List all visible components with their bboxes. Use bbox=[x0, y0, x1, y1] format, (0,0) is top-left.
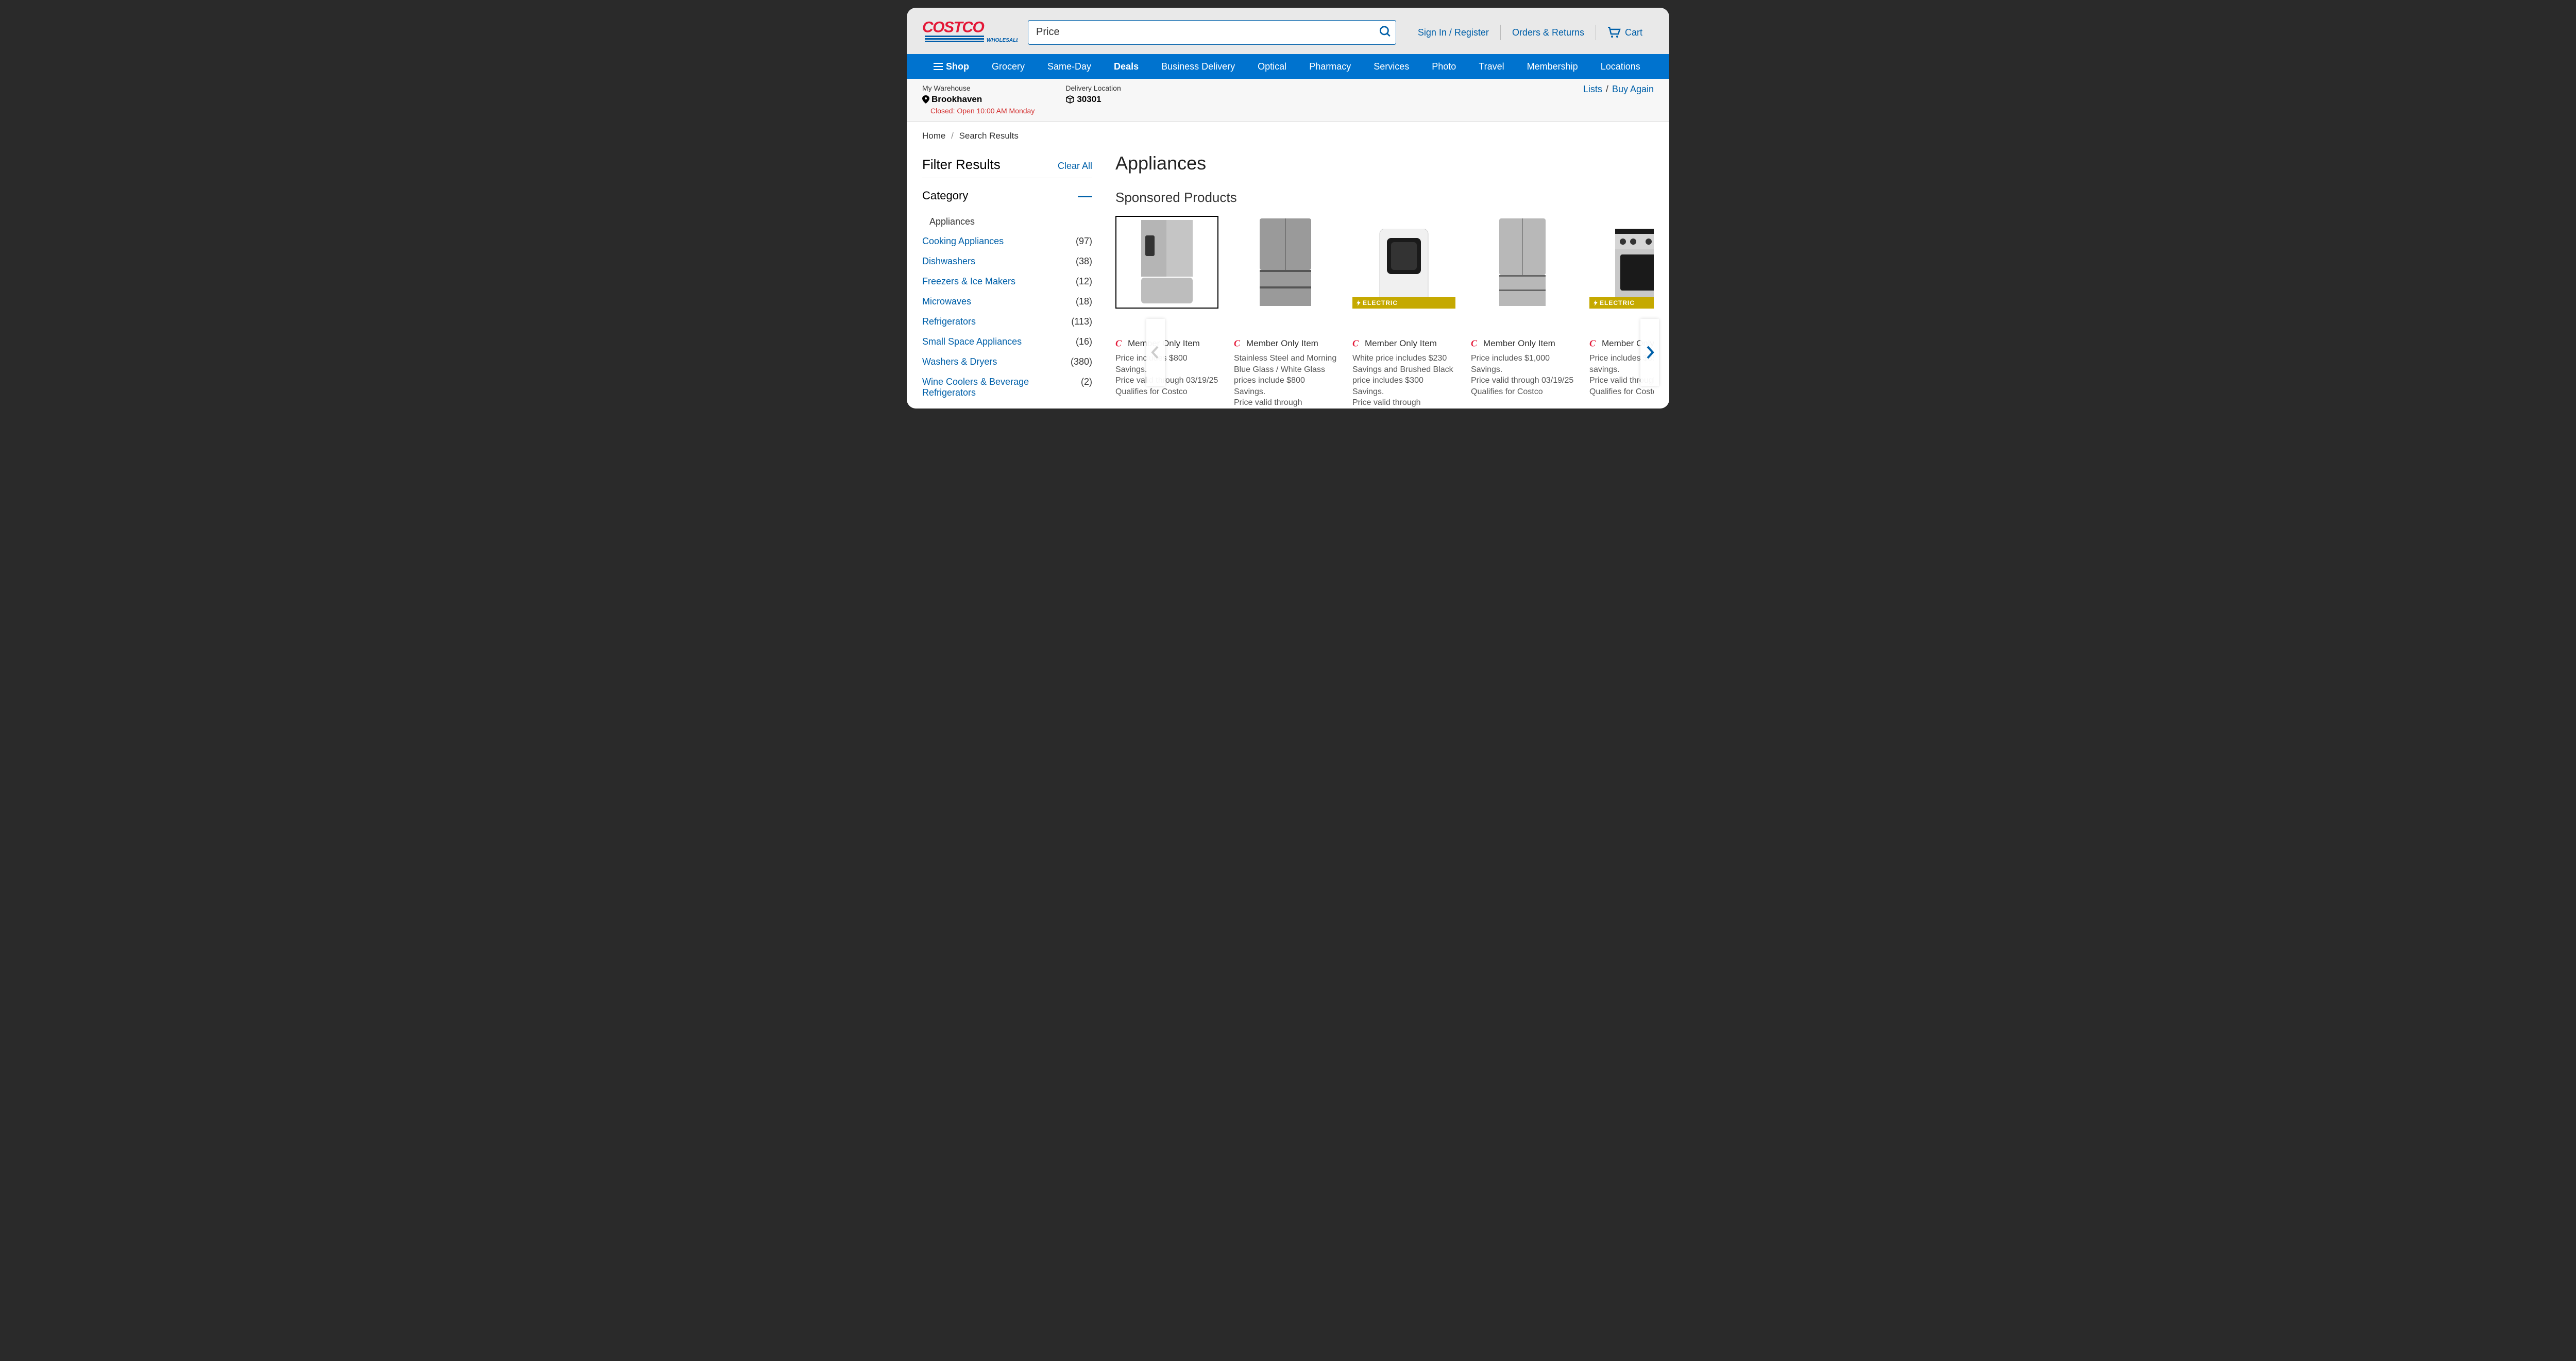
category-small-space[interactable]: Small Space Appliances bbox=[922, 336, 1022, 347]
costco-c-icon: C bbox=[1589, 339, 1599, 348]
clear-all-link[interactable]: Clear All bbox=[1058, 161, 1092, 172]
warehouse-label: My Warehouse bbox=[922, 84, 1035, 92]
product-desc: Price includes $1,000 Savings. Price val… bbox=[1471, 353, 1574, 397]
breadcrumb-current: Search Results bbox=[959, 131, 1019, 141]
member-only-label: C Member Only Item bbox=[1352, 314, 1455, 349]
nav-pharmacy[interactable]: Pharmacy bbox=[1298, 54, 1362, 79]
category-cooking-appliances[interactable]: Cooking Appliances bbox=[922, 236, 1004, 247]
nav-photo[interactable]: Photo bbox=[1420, 54, 1467, 79]
costco-logo[interactable]: COSTCO WHOLESALE bbox=[922, 18, 1018, 46]
nav-membership[interactable]: Membership bbox=[1516, 54, 1589, 79]
member-only-label: C Member Only Item bbox=[1115, 314, 1218, 349]
category-wine-coolers[interactable]: Wine Coolers & Beverage Refrigerators bbox=[922, 377, 1041, 398]
delivery-zip: 30301 bbox=[1077, 94, 1101, 105]
product-thumb bbox=[1115, 216, 1218, 309]
nav-business-delivery[interactable]: Business Delivery bbox=[1150, 54, 1246, 79]
member-only-label: C Member Only Item bbox=[1234, 314, 1337, 349]
product-card[interactable]: C Member Only Item Price includes $800 S… bbox=[1115, 216, 1218, 409]
bolt-icon bbox=[1357, 300, 1361, 306]
category-washers-dryers[interactable]: Washers & Dryers bbox=[922, 356, 997, 367]
product-card[interactable]: C Member Only Item Price includes $1,000… bbox=[1471, 216, 1574, 409]
svg-text:WHOLESALE: WHOLESALE bbox=[987, 38, 1018, 43]
category-root: Appliances bbox=[922, 212, 1092, 231]
orders-returns-link[interactable]: Orders & Returns bbox=[1500, 25, 1596, 40]
buy-again-link[interactable]: Buy Again bbox=[1612, 84, 1654, 94]
product-thumb bbox=[1471, 216, 1574, 309]
category-dishwashers[interactable]: Dishwashers bbox=[922, 256, 975, 267]
product-desc: White price includes $230 Savings and Br… bbox=[1352, 353, 1455, 409]
product-card[interactable]: ELECTRIC C Member Only Item White price … bbox=[1352, 216, 1455, 409]
member-only-label: C Member Only Item bbox=[1471, 314, 1574, 349]
category-toggle[interactable]: Category — bbox=[922, 189, 1092, 203]
product-desc: Price includes $800 Savings. Price valid… bbox=[1115, 353, 1218, 397]
electric-badge: ELECTRIC bbox=[1352, 297, 1455, 309]
breadcrumb: Home / Search Results bbox=[922, 131, 1654, 141]
delivery-selector[interactable]: Delivery Location 30301 bbox=[1065, 84, 1121, 107]
product-thumb bbox=[1234, 216, 1337, 309]
collapse-icon: — bbox=[1078, 189, 1092, 203]
svg-text:C: C bbox=[1234, 339, 1241, 348]
chevron-right-icon bbox=[1645, 345, 1655, 360]
nav-locations[interactable]: Locations bbox=[1589, 54, 1652, 79]
lists-link[interactable]: Lists bbox=[1583, 84, 1602, 94]
nav-same-day[interactable]: Same-Day bbox=[1036, 54, 1103, 79]
nav-optical[interactable]: Optical bbox=[1246, 54, 1298, 79]
sponsored-heading: Sponsored Products bbox=[1115, 190, 1654, 206]
page-title: Appliances bbox=[1115, 152, 1654, 174]
carousel-prev-button[interactable] bbox=[1146, 319, 1165, 386]
warehouse-hours: Closed: Open 10:00 AM Monday bbox=[922, 107, 1035, 115]
product-desc: Stainless Steel and Morning Blue Glass /… bbox=[1234, 353, 1337, 409]
svg-text:C: C bbox=[1589, 339, 1596, 348]
cart-icon bbox=[1607, 27, 1621, 38]
signin-link[interactable]: Sign In / Register bbox=[1406, 25, 1500, 40]
electric-badge: ELECTRIC bbox=[1589, 297, 1654, 309]
package-icon bbox=[1065, 95, 1075, 104]
chevron-left-icon bbox=[1150, 345, 1161, 360]
costco-c-icon: C bbox=[1471, 339, 1480, 348]
delivery-label: Delivery Location bbox=[1065, 84, 1121, 92]
search-button[interactable] bbox=[1379, 25, 1392, 40]
main-nav: Shop Grocery Same-Day Deals Business Del… bbox=[907, 54, 1669, 79]
product-thumb: ELECTRIC bbox=[1589, 216, 1654, 309]
nav-shop[interactable]: Shop bbox=[922, 54, 980, 79]
category-freezers[interactable]: Freezers & Ice Makers bbox=[922, 276, 1015, 287]
breadcrumb-home[interactable]: Home bbox=[922, 131, 945, 141]
nav-deals[interactable]: Deals bbox=[1103, 54, 1150, 79]
filter-results-heading: Filter Results bbox=[922, 157, 1001, 173]
svg-text:C: C bbox=[1352, 339, 1359, 348]
costco-c-icon: C bbox=[1352, 339, 1362, 348]
search-icon bbox=[1379, 25, 1392, 38]
nav-services[interactable]: Services bbox=[1362, 54, 1420, 79]
location-pin-icon bbox=[922, 95, 929, 104]
category-heading: Category bbox=[922, 189, 968, 202]
search-input[interactable] bbox=[1028, 20, 1396, 45]
nav-travel[interactable]: Travel bbox=[1467, 54, 1515, 79]
svg-text:C: C bbox=[1471, 339, 1478, 348]
cart-link[interactable]: Cart bbox=[1596, 25, 1654, 40]
bolt-icon bbox=[1594, 300, 1598, 306]
hamburger-icon bbox=[934, 63, 943, 70]
product-card[interactable]: C Member Only Item Stainless Steel and M… bbox=[1234, 216, 1337, 409]
svg-text:COSTCO: COSTCO bbox=[922, 19, 985, 36]
cart-label: Cart bbox=[1625, 25, 1642, 40]
category-microwaves[interactable]: Microwaves bbox=[922, 296, 971, 307]
product-thumb: ELECTRIC bbox=[1352, 216, 1455, 309]
warehouse-selector[interactable]: My Warehouse Brookhaven Closed: Open 10:… bbox=[922, 84, 1035, 115]
nav-grocery[interactable]: Grocery bbox=[980, 54, 1036, 79]
warehouse-name: Brookhaven bbox=[931, 94, 982, 105]
costco-c-icon: C bbox=[1234, 339, 1243, 348]
category-refrigerators[interactable]: Refrigerators bbox=[922, 316, 976, 327]
svg-text:C: C bbox=[1115, 339, 1122, 348]
costco-c-icon: C bbox=[1115, 339, 1125, 348]
carousel-next-button[interactable] bbox=[1640, 319, 1659, 386]
